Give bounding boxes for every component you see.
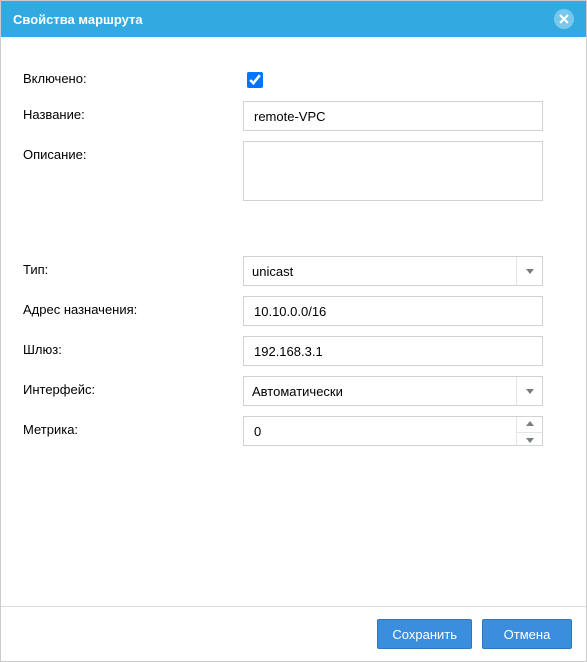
metric-input[interactable] [252,417,514,445]
chevron-down-icon [525,433,535,448]
metric-label: Метрика: [23,416,243,437]
name-input[interactable] [252,102,534,130]
description-label: Описание: [23,141,243,162]
route-properties-dialog: Свойства маршрута Включено: Название: Оп… [0,0,587,662]
destination-input[interactable] [252,297,534,325]
titlebar: Свойства маршрута [1,1,586,37]
spinner-down-button[interactable] [517,432,542,448]
cancel-button-label: Отмена [504,627,551,642]
dialog-body: Включено: Название: Описание: Тип: [1,37,586,606]
spinner-up-button[interactable] [517,417,542,432]
chevron-down-icon [516,257,542,285]
save-button-label: Сохранить [392,627,457,642]
name-label: Название: [23,101,243,122]
type-label: Тип: [23,256,243,277]
gateway-input[interactable] [252,337,534,365]
cancel-button[interactable]: Отмена [482,619,572,649]
description-textarea[interactable] [243,141,543,201]
dialog-footer: Сохранить Отмена [1,606,586,661]
chevron-up-icon [525,417,535,432]
chevron-down-icon [516,377,542,405]
interface-value: Автоматически [252,384,343,399]
type-select[interactable]: unicast [243,256,543,286]
dialog-title: Свойства маршрута [13,12,143,27]
save-button[interactable]: Сохранить [377,619,472,649]
type-value: unicast [252,264,293,279]
name-input-wrapper [243,101,543,131]
enabled-label: Включено: [23,65,243,86]
destination-input-wrapper [243,296,543,326]
enabled-checkbox[interactable] [247,72,263,88]
gateway-label: Шлюз: [23,336,243,357]
interface-label: Интерфейс: [23,376,243,397]
close-icon [559,12,569,27]
close-button[interactable] [554,9,574,29]
gateway-input-wrapper [243,336,543,366]
interface-select[interactable]: Автоматически [243,376,543,406]
metric-spinner[interactable] [243,416,543,446]
destination-label: Адрес назначения: [23,296,243,317]
